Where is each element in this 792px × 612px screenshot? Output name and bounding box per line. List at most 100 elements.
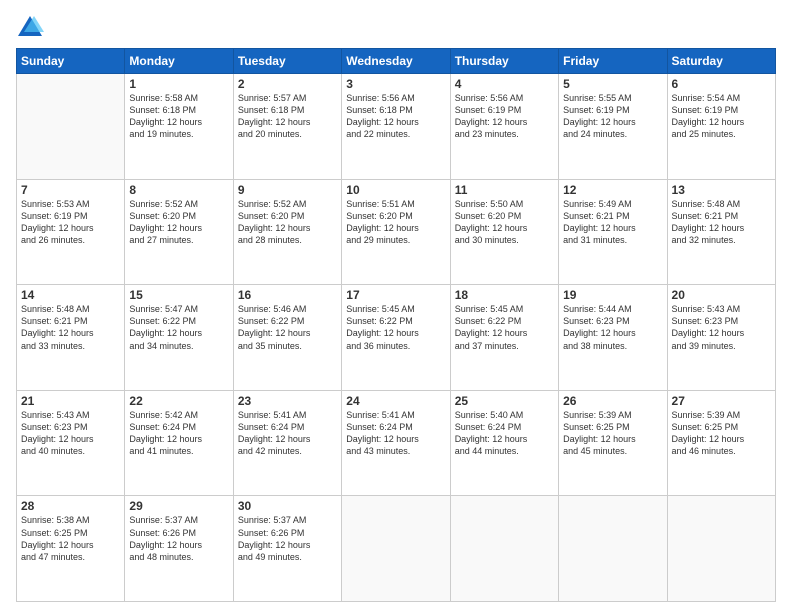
day-number: 1 xyxy=(129,77,228,91)
day-number: 23 xyxy=(238,394,337,408)
day-info: Sunrise: 5:42 AM Sunset: 6:24 PM Dayligh… xyxy=(129,409,228,458)
day-info: Sunrise: 5:37 AM Sunset: 6:26 PM Dayligh… xyxy=(238,514,337,563)
calendar-cell: 13Sunrise: 5:48 AM Sunset: 6:21 PM Dayli… xyxy=(667,179,775,285)
day-number: 4 xyxy=(455,77,554,91)
calendar-cell: 12Sunrise: 5:49 AM Sunset: 6:21 PM Dayli… xyxy=(559,179,667,285)
day-number: 3 xyxy=(346,77,445,91)
day-number: 8 xyxy=(129,183,228,197)
day-number: 18 xyxy=(455,288,554,302)
day-number: 27 xyxy=(672,394,771,408)
calendar-cell xyxy=(667,496,775,602)
logo-icon xyxy=(16,12,44,40)
day-info: Sunrise: 5:41 AM Sunset: 6:24 PM Dayligh… xyxy=(346,409,445,458)
day-number: 30 xyxy=(238,499,337,513)
day-info: Sunrise: 5:48 AM Sunset: 6:21 PM Dayligh… xyxy=(672,198,771,247)
calendar-cell: 6Sunrise: 5:54 AM Sunset: 6:19 PM Daylig… xyxy=(667,74,775,180)
col-header-saturday: Saturday xyxy=(667,49,775,74)
day-info: Sunrise: 5:55 AM Sunset: 6:19 PM Dayligh… xyxy=(563,92,662,141)
day-number: 16 xyxy=(238,288,337,302)
calendar-cell: 29Sunrise: 5:37 AM Sunset: 6:26 PM Dayli… xyxy=(125,496,233,602)
col-header-monday: Monday xyxy=(125,49,233,74)
day-info: Sunrise: 5:52 AM Sunset: 6:20 PM Dayligh… xyxy=(129,198,228,247)
calendar-cell xyxy=(450,496,558,602)
day-info: Sunrise: 5:45 AM Sunset: 6:22 PM Dayligh… xyxy=(346,303,445,352)
calendar-cell: 26Sunrise: 5:39 AM Sunset: 6:25 PM Dayli… xyxy=(559,390,667,496)
calendar-cell: 21Sunrise: 5:43 AM Sunset: 6:23 PM Dayli… xyxy=(17,390,125,496)
day-number: 13 xyxy=(672,183,771,197)
day-info: Sunrise: 5:52 AM Sunset: 6:20 PM Dayligh… xyxy=(238,198,337,247)
day-info: Sunrise: 5:57 AM Sunset: 6:18 PM Dayligh… xyxy=(238,92,337,141)
calendar-cell: 2Sunrise: 5:57 AM Sunset: 6:18 PM Daylig… xyxy=(233,74,341,180)
calendar-cell: 19Sunrise: 5:44 AM Sunset: 6:23 PM Dayli… xyxy=(559,285,667,391)
day-info: Sunrise: 5:51 AM Sunset: 6:20 PM Dayligh… xyxy=(346,198,445,247)
day-number: 29 xyxy=(129,499,228,513)
day-number: 22 xyxy=(129,394,228,408)
day-number: 7 xyxy=(21,183,120,197)
calendar-cell: 30Sunrise: 5:37 AM Sunset: 6:26 PM Dayli… xyxy=(233,496,341,602)
calendar-cell: 10Sunrise: 5:51 AM Sunset: 6:20 PM Dayli… xyxy=(342,179,450,285)
col-header-sunday: Sunday xyxy=(17,49,125,74)
calendar-cell: 1Sunrise: 5:58 AM Sunset: 6:18 PM Daylig… xyxy=(125,74,233,180)
day-info: Sunrise: 5:39 AM Sunset: 6:25 PM Dayligh… xyxy=(672,409,771,458)
day-info: Sunrise: 5:56 AM Sunset: 6:18 PM Dayligh… xyxy=(346,92,445,141)
calendar-cell: 17Sunrise: 5:45 AM Sunset: 6:22 PM Dayli… xyxy=(342,285,450,391)
day-number: 9 xyxy=(238,183,337,197)
col-header-wednesday: Wednesday xyxy=(342,49,450,74)
calendar-cell: 23Sunrise: 5:41 AM Sunset: 6:24 PM Dayli… xyxy=(233,390,341,496)
day-info: Sunrise: 5:44 AM Sunset: 6:23 PM Dayligh… xyxy=(563,303,662,352)
calendar-cell xyxy=(559,496,667,602)
day-number: 26 xyxy=(563,394,662,408)
day-number: 20 xyxy=(672,288,771,302)
col-header-thursday: Thursday xyxy=(450,49,558,74)
day-info: Sunrise: 5:45 AM Sunset: 6:22 PM Dayligh… xyxy=(455,303,554,352)
calendar-cell: 18Sunrise: 5:45 AM Sunset: 6:22 PM Dayli… xyxy=(450,285,558,391)
calendar-cell: 27Sunrise: 5:39 AM Sunset: 6:25 PM Dayli… xyxy=(667,390,775,496)
calendar-cell: 4Sunrise: 5:56 AM Sunset: 6:19 PM Daylig… xyxy=(450,74,558,180)
calendar-cell: 28Sunrise: 5:38 AM Sunset: 6:25 PM Dayli… xyxy=(17,496,125,602)
day-number: 15 xyxy=(129,288,228,302)
calendar-cell: 24Sunrise: 5:41 AM Sunset: 6:24 PM Dayli… xyxy=(342,390,450,496)
header xyxy=(16,12,776,40)
day-info: Sunrise: 5:41 AM Sunset: 6:24 PM Dayligh… xyxy=(238,409,337,458)
day-number: 17 xyxy=(346,288,445,302)
calendar-cell: 20Sunrise: 5:43 AM Sunset: 6:23 PM Dayli… xyxy=(667,285,775,391)
calendar-cell xyxy=(17,74,125,180)
day-number: 24 xyxy=(346,394,445,408)
col-header-friday: Friday xyxy=(559,49,667,74)
calendar-cell: 25Sunrise: 5:40 AM Sunset: 6:24 PM Dayli… xyxy=(450,390,558,496)
calendar-cell: 5Sunrise: 5:55 AM Sunset: 6:19 PM Daylig… xyxy=(559,74,667,180)
day-info: Sunrise: 5:47 AM Sunset: 6:22 PM Dayligh… xyxy=(129,303,228,352)
logo xyxy=(16,12,48,40)
calendar-cell: 8Sunrise: 5:52 AM Sunset: 6:20 PM Daylig… xyxy=(125,179,233,285)
day-info: Sunrise: 5:39 AM Sunset: 6:25 PM Dayligh… xyxy=(563,409,662,458)
col-header-tuesday: Tuesday xyxy=(233,49,341,74)
day-info: Sunrise: 5:58 AM Sunset: 6:18 PM Dayligh… xyxy=(129,92,228,141)
day-number: 14 xyxy=(21,288,120,302)
day-info: Sunrise: 5:50 AM Sunset: 6:20 PM Dayligh… xyxy=(455,198,554,247)
day-number: 5 xyxy=(563,77,662,91)
calendar-cell: 9Sunrise: 5:52 AM Sunset: 6:20 PM Daylig… xyxy=(233,179,341,285)
day-info: Sunrise: 5:54 AM Sunset: 6:19 PM Dayligh… xyxy=(672,92,771,141)
day-number: 10 xyxy=(346,183,445,197)
calendar-cell: 11Sunrise: 5:50 AM Sunset: 6:20 PM Dayli… xyxy=(450,179,558,285)
day-info: Sunrise: 5:56 AM Sunset: 6:19 PM Dayligh… xyxy=(455,92,554,141)
day-info: Sunrise: 5:53 AM Sunset: 6:19 PM Dayligh… xyxy=(21,198,120,247)
calendar-cell: 22Sunrise: 5:42 AM Sunset: 6:24 PM Dayli… xyxy=(125,390,233,496)
day-info: Sunrise: 5:49 AM Sunset: 6:21 PM Dayligh… xyxy=(563,198,662,247)
calendar-cell: 15Sunrise: 5:47 AM Sunset: 6:22 PM Dayli… xyxy=(125,285,233,391)
page: SundayMondayTuesdayWednesdayThursdayFrid… xyxy=(0,0,792,612)
calendar-table: SundayMondayTuesdayWednesdayThursdayFrid… xyxy=(16,48,776,602)
calendar-cell: 16Sunrise: 5:46 AM Sunset: 6:22 PM Dayli… xyxy=(233,285,341,391)
day-info: Sunrise: 5:43 AM Sunset: 6:23 PM Dayligh… xyxy=(21,409,120,458)
calendar-cell xyxy=(342,496,450,602)
day-number: 21 xyxy=(21,394,120,408)
day-info: Sunrise: 5:37 AM Sunset: 6:26 PM Dayligh… xyxy=(129,514,228,563)
day-number: 28 xyxy=(21,499,120,513)
day-info: Sunrise: 5:46 AM Sunset: 6:22 PM Dayligh… xyxy=(238,303,337,352)
calendar-cell: 14Sunrise: 5:48 AM Sunset: 6:21 PM Dayli… xyxy=(17,285,125,391)
day-info: Sunrise: 5:38 AM Sunset: 6:25 PM Dayligh… xyxy=(21,514,120,563)
day-number: 11 xyxy=(455,183,554,197)
day-number: 6 xyxy=(672,77,771,91)
calendar-cell: 3Sunrise: 5:56 AM Sunset: 6:18 PM Daylig… xyxy=(342,74,450,180)
day-info: Sunrise: 5:43 AM Sunset: 6:23 PM Dayligh… xyxy=(672,303,771,352)
